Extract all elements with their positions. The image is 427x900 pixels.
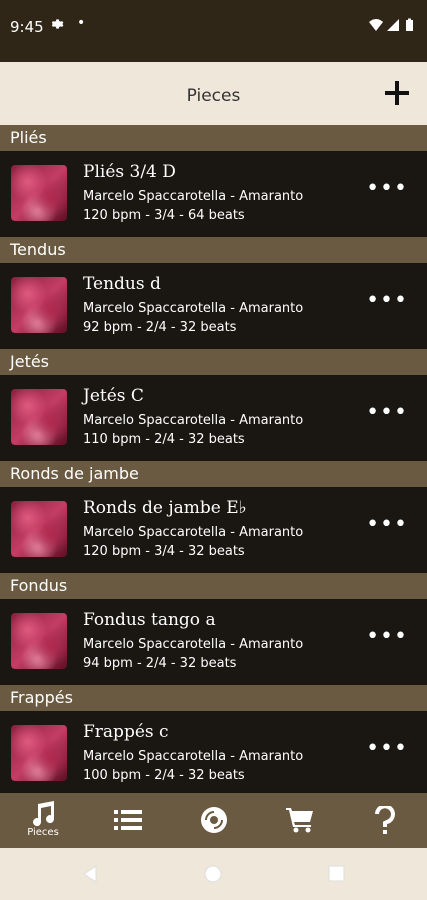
piece-artist: Marcelo Spaccarotella - Amaranto bbox=[83, 525, 304, 540]
settings-icon bbox=[50, 17, 64, 35]
status-bar: 9:45 • bbox=[0, 0, 427, 62]
add-icon[interactable] bbox=[382, 78, 412, 108]
piece-meta: 120 bpm - 3/4 - 64 beats bbox=[83, 208, 245, 223]
piece-meta: 120 bpm - 3/4 - 32 beats bbox=[83, 544, 245, 559]
piece-name: Fondus tango a bbox=[83, 610, 216, 630]
more-options-button[interactable]: ••• bbox=[366, 290, 408, 312]
more-options-button[interactable]: ••• bbox=[366, 626, 408, 648]
section-tendus: Tendus Tendus d Marcelo Spaccarotella - … bbox=[0, 237, 427, 349]
disc-icon bbox=[201, 807, 227, 833]
home-icon[interactable] bbox=[204, 865, 222, 883]
section-header: Pliés bbox=[0, 125, 427, 151]
piece-meta: 100 bpm - 2/4 - 32 beats bbox=[83, 768, 245, 783]
section-plies: Pliés Pliés 3/4 D Marcelo Spaccarotella … bbox=[0, 125, 427, 237]
piece-artist: Marcelo Spaccarotella - Amaranto bbox=[83, 637, 304, 652]
album-art bbox=[11, 389, 67, 445]
list-item[interactable]: Fondus tango a Marcelo Spaccarotella - A… bbox=[0, 599, 427, 685]
nav-item-cart[interactable] bbox=[270, 793, 330, 848]
list-item[interactable]: Ronds de jambe E♭ Marcelo Spaccarotella … bbox=[0, 487, 427, 573]
section-header: Ronds de jambe bbox=[0, 461, 427, 487]
section-header: Tendus bbox=[0, 237, 427, 263]
album-art bbox=[11, 277, 67, 333]
section-header: Jetés bbox=[0, 349, 427, 375]
list-item[interactable]: Tendus d Marcelo Spaccarotella - Amarant… bbox=[0, 263, 427, 349]
more-options-button[interactable]: ••• bbox=[366, 178, 408, 200]
piece-artist: Marcelo Spaccarotella - Amaranto bbox=[83, 301, 304, 316]
signal-icon bbox=[387, 19, 399, 31]
system-icons bbox=[369, 17, 419, 36]
piece-name: Jetés C bbox=[83, 386, 144, 406]
album-art bbox=[11, 725, 67, 781]
more-options-button[interactable]: ••• bbox=[366, 402, 408, 424]
list-item[interactable]: Jetés C Marcelo Spaccarotella - Amaranto… bbox=[0, 375, 427, 461]
nav-label-pieces: Pieces bbox=[27, 827, 59, 838]
nav-item-help[interactable] bbox=[355, 793, 415, 848]
bottom-navigation: Pieces bbox=[0, 793, 427, 848]
piece-artist: Marcelo Spaccarotella - Amaranto bbox=[83, 749, 304, 764]
album-art bbox=[11, 165, 67, 221]
piece-meta: 110 bpm - 2/4 - 32 beats bbox=[83, 432, 245, 447]
section-ronds-de-jambe: Ronds de jambe Ronds de jambe E♭ Marcelo… bbox=[0, 461, 427, 573]
recents-icon[interactable] bbox=[328, 865, 345, 882]
piece-name: Frappés c bbox=[83, 722, 169, 742]
back-icon[interactable] bbox=[82, 865, 98, 883]
nav-item-list[interactable] bbox=[98, 793, 158, 848]
list-icon bbox=[114, 810, 142, 830]
more-options-button[interactable]: ••• bbox=[366, 738, 408, 760]
wifi-icon bbox=[369, 19, 383, 31]
piece-name: Ronds de jambe E♭ bbox=[83, 498, 247, 518]
piece-name: Tendus d bbox=[83, 274, 161, 294]
piece-name: Pliés 3/4 D bbox=[83, 162, 176, 182]
notification-dot: • bbox=[77, 15, 86, 31]
help-icon bbox=[375, 806, 395, 834]
list-item[interactable]: Frappés c Marcelo Spaccarotella - Amaran… bbox=[0, 711, 427, 793]
app-bar: Pieces bbox=[0, 67, 427, 125]
section-fondus: Fondus Fondus tango a Marcelo Spaccarote… bbox=[0, 573, 427, 685]
nav-item-disc[interactable] bbox=[184, 793, 244, 848]
cart-icon bbox=[286, 808, 313, 833]
pieces-list[interactable]: Pliés Pliés 3/4 D Marcelo Spaccarotella … bbox=[0, 125, 427, 793]
album-art bbox=[11, 613, 67, 669]
section-header: Fondus bbox=[0, 573, 427, 599]
nav-item-pieces[interactable]: Pieces bbox=[13, 793, 73, 848]
album-art bbox=[11, 501, 67, 557]
battery-icon bbox=[406, 18, 413, 31]
list-item[interactable]: Pliés 3/4 D Marcelo Spaccarotella - Amar… bbox=[0, 151, 427, 237]
piece-artist: Marcelo Spaccarotella - Amaranto bbox=[83, 189, 304, 204]
section-jetes: Jetés Jetés C Marcelo Spaccarotella - Am… bbox=[0, 349, 427, 461]
section-frappes: Frappés Frappés c Marcelo Spaccarotella … bbox=[0, 685, 427, 793]
piece-meta: 94 bpm - 2/4 - 32 beats bbox=[83, 656, 237, 671]
section-header: Frappés bbox=[0, 685, 427, 711]
music-note-icon bbox=[33, 801, 55, 827]
piece-meta: 92 bpm - 2/4 - 32 beats bbox=[83, 320, 237, 335]
piece-artist: Marcelo Spaccarotella - Amaranto bbox=[83, 413, 304, 428]
system-navigation-bar bbox=[0, 848, 427, 900]
more-options-button[interactable]: ••• bbox=[366, 514, 408, 536]
status-time: 9:45 bbox=[10, 18, 44, 36]
page-title: Pieces bbox=[186, 86, 241, 106]
